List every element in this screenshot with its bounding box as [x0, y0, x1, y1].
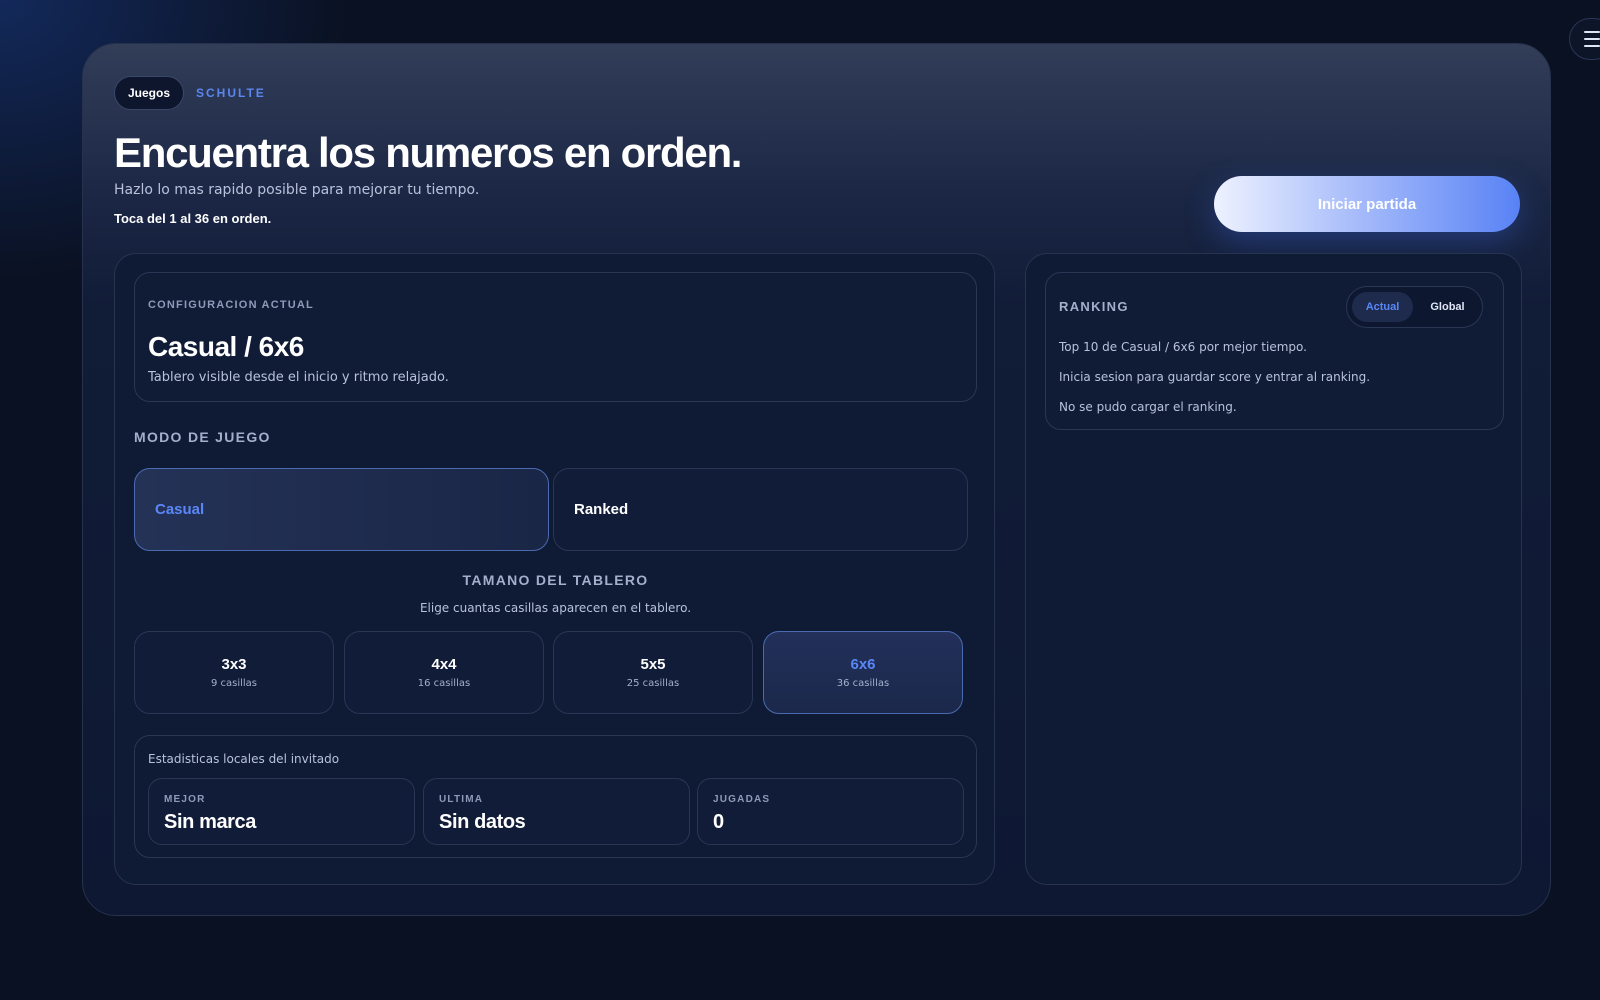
game-shell: Juegos SCHULTE Encuentra los numeros en … [82, 43, 1551, 916]
board-size-6x6[interactable]: 6x6 36 casillas [763, 631, 963, 714]
board-size-5x5[interactable]: 5x5 25 casillas [553, 631, 753, 714]
stat-label: JUGADAS [713, 794, 771, 805]
mode-option-ranked[interactable]: Ranked [553, 468, 968, 551]
settings-panel: CONFIGURACION ACTUAL Casual / 6x6 Tabler… [114, 253, 995, 885]
stat-label: MEJOR [164, 794, 206, 805]
stat-label: ULTIMA [439, 794, 484, 805]
current-config-label: CONFIGURACION ACTUAL [148, 299, 314, 311]
board-size-cells: 16 casillas [417, 678, 471, 689]
board-size-3x3[interactable]: 3x3 9 casillas [134, 631, 334, 714]
start-game-button[interactable]: Iniciar partida [1214, 176, 1520, 232]
page-subtitle: Hazlo lo mas rapido posible para mejorar… [114, 182, 480, 198]
current-config-description: Tablero visible desde el inicio y ritmo … [148, 370, 449, 385]
ranking-error-message: No se pudo cargar el ranking. [1059, 400, 1237, 414]
page-title: Encuentra los numeros en orden. [114, 129, 742, 176]
current-config-value: Casual / 6x6 [148, 331, 304, 362]
board-size-name: 5x5 [640, 656, 666, 673]
guest-stats-title: Estadisticas locales del invitado [148, 752, 340, 766]
stat-value: Sin marca [164, 811, 257, 833]
breadcrumb-games-link[interactable]: Juegos [114, 76, 185, 110]
hamburger-icon [1584, 31, 1600, 47]
stat-value: 0 [713, 811, 724, 833]
board-size-name: 3x3 [221, 656, 247, 673]
ranking-scope-toggle: Actual Global [1346, 286, 1483, 328]
board-size-cells: 9 casillas [210, 678, 258, 689]
game-hint: Toca del 1 al 36 en orden. [114, 211, 272, 226]
mode-option-casual[interactable]: Casual [134, 468, 549, 551]
board-size-description: Elige cuantas casillas aparecen en el ta… [419, 601, 692, 615]
ranking-login-notice: Inicia sesion para guardar score y entra… [1059, 370, 1371, 384]
mode-option-label: Casual [155, 501, 205, 518]
board-size-heading: TAMANO DEL TABLERO [462, 572, 649, 588]
tab-actual[interactable]: Actual [1352, 292, 1413, 322]
ranking-title: RANKING [1059, 299, 1129, 314]
board-size-cells: 36 casillas [836, 678, 890, 689]
breadcrumb-current: SCHULTE [196, 86, 266, 100]
board-size-name: 4x4 [431, 656, 457, 673]
ranking-info-line: Top 10 de Casual / 6x6 por mejor tiempo. [1059, 340, 1307, 354]
breadcrumb: Juegos SCHULTE [114, 76, 266, 110]
stat-played: JUGADAS 0 [697, 778, 964, 845]
board-size-4x4[interactable]: 4x4 16 casillas [344, 631, 544, 714]
stat-value: Sin datos [439, 811, 526, 833]
board-size-cells: 25 casillas [626, 678, 680, 689]
mode-option-label: Ranked [574, 501, 629, 518]
stat-best: MEJOR Sin marca [148, 778, 415, 845]
ranking-card: RANKING Actual Global Top 10 de Casual /… [1045, 272, 1504, 430]
current-config-card: CONFIGURACION ACTUAL Casual / 6x6 Tabler… [134, 272, 977, 402]
tab-global[interactable]: Global [1417, 292, 1478, 322]
guest-stats-card: Estadisticas locales del invitado MEJOR … [134, 735, 977, 858]
game-mode-heading: MODO DE JUEGO [134, 429, 271, 445]
board-size-name: 6x6 [850, 656, 876, 673]
stat-last: ULTIMA Sin datos [423, 778, 690, 845]
menu-button[interactable] [1569, 18, 1600, 60]
ranking-panel: RANKING Actual Global Top 10 de Casual /… [1025, 253, 1522, 885]
